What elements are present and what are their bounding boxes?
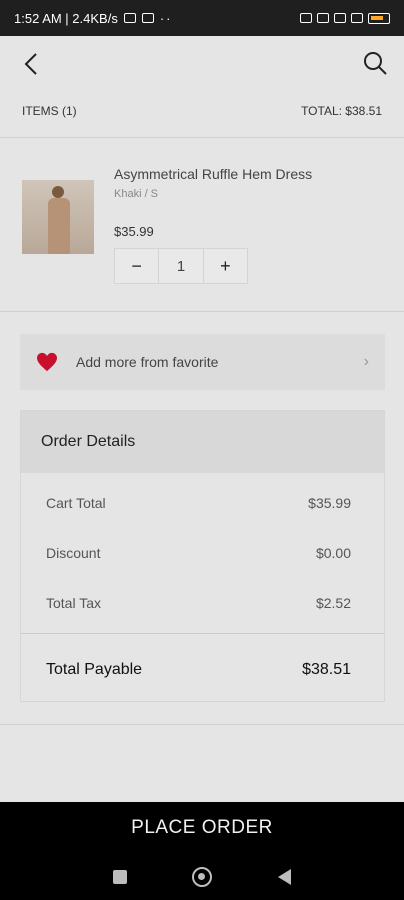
- divider: [0, 724, 404, 725]
- home-icon[interactable]: [192, 867, 213, 887]
- product-name[interactable]: Asymmetrical Ruffle Hem Dress: [114, 166, 312, 182]
- order-details-card: Order Details Cart Total $35.99 Discount…: [20, 410, 385, 702]
- cart-total-row: Cart Total $35.99: [46, 495, 351, 511]
- cart-total-header: TOTAL: $38.51: [301, 104, 382, 118]
- product-variant: Khaki / S: [114, 188, 159, 200]
- recent-apps-icon[interactable]: [112, 870, 127, 884]
- back-arrow-icon: [24, 53, 37, 75]
- volte-icon: [317, 13, 329, 23]
- decrease-quantity-button[interactable]: −: [115, 249, 158, 283]
- row-value: $35.99: [308, 495, 351, 511]
- divider: [0, 311, 404, 312]
- status-bar: 1:52 AM | 2.4KB/s ··: [0, 0, 404, 36]
- heart-icon: [37, 352, 57, 372]
- row-label: Cart Total: [46, 495, 106, 511]
- row-label: Total Tax: [46, 595, 101, 611]
- back-button[interactable]: [20, 50, 44, 78]
- quantity-value: 1: [158, 249, 204, 283]
- status-left: 1:52 AM | 2.4KB/s ··: [14, 11, 173, 26]
- chevron-right-icon: ›: [363, 353, 369, 370]
- search-button[interactable]: [362, 50, 388, 78]
- row-value: $2.52: [315, 595, 351, 611]
- place-order-button[interactable]: PLACE ORDER: [0, 802, 404, 854]
- favorite-label: Add more from favorite: [76, 354, 219, 370]
- row-value: $0.00: [315, 545, 351, 561]
- search-icon: [364, 52, 387, 75]
- add-from-favorite-button[interactable]: Add more from favorite ›: [20, 334, 385, 390]
- order-details-title: Order Details: [21, 411, 384, 473]
- product-image[interactable]: [22, 180, 94, 254]
- signal-icon: [334, 13, 346, 23]
- alarm-icon: [123, 13, 136, 23]
- divider: [21, 633, 384, 634]
- total-tax-row: Total Tax $2.52: [46, 595, 351, 611]
- increase-quantity-button[interactable]: +: [204, 249, 247, 283]
- cart-summary-row: ITEMS (1) TOTAL: $38.51: [22, 104, 382, 118]
- discount-row: Discount $0.00: [46, 545, 351, 561]
- wifi-icon: [351, 13, 363, 23]
- status-time: 1:52 AM | 2.4KB/s: [14, 10, 118, 26]
- divider: [0, 137, 404, 138]
- items-count: ITEMS (1): [22, 104, 77, 118]
- quantity-stepper: − 1 +: [114, 248, 248, 284]
- total-payable-row: Total Payable $38.51: [46, 661, 351, 679]
- more-notifications-icon: ··: [159, 10, 173, 26]
- app-notification-icon: [141, 13, 154, 23]
- product-price: $35.99: [114, 224, 154, 239]
- total-payable-label: Total Payable: [46, 661, 143, 678]
- cart-item: Asymmetrical Ruffle Hem Dress Khaki / S …: [22, 160, 382, 290]
- system-nav-bar: [0, 854, 404, 900]
- status-right: [300, 12, 390, 24]
- top-bar: [0, 36, 404, 92]
- row-label: Discount: [46, 545, 101, 561]
- battery-icon: [368, 12, 390, 24]
- vibrate-icon: [300, 13, 312, 23]
- total-payable-value: $38.51: [302, 661, 351, 678]
- back-triangle-icon[interactable]: [278, 869, 292, 885]
